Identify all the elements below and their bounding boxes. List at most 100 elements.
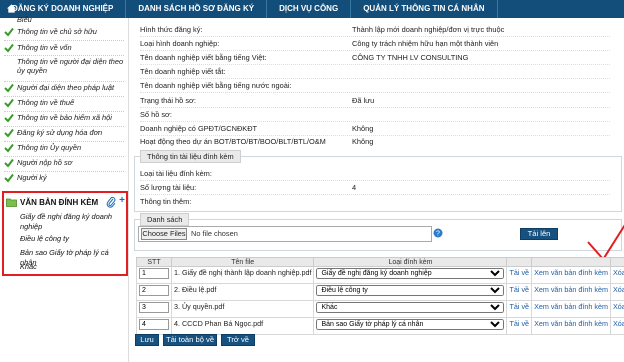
sidebar-item-signer[interactable]: Người ký: [4, 173, 126, 187]
download-all-button[interactable]: Tải toàn bộ về: [163, 334, 217, 346]
sidebar-item-social-insurance[interactable]: Thông tin về bảo hiểm xã hội: [4, 113, 126, 127]
view-attachment-link[interactable]: Xem văn bản đính kèm: [531, 317, 611, 335]
sidebar-item-tax[interactable]: Thông tin về thuế: [4, 98, 126, 112]
main-content: Hình thức đăng ký: Thành lập mới doanh n…: [132, 18, 624, 362]
sidebar-item-invoice[interactable]: Đăng ký sử dụng hóa đơn: [4, 128, 126, 142]
attachment-item-registration[interactable]: Giấy đề nghị đăng ký doanh nghiệp: [20, 212, 124, 232]
info-label: Doanh nghiệp có GPĐT/GCNĐKĐT: [140, 124, 258, 133]
add-attachment-icon[interactable]: +: [119, 195, 125, 207]
paperclip-icon[interactable]: [106, 196, 116, 208]
divider: [4, 81, 124, 82]
sidebar-item-submitter[interactable]: Người nộp hồ sơ: [4, 158, 126, 172]
order-input[interactable]: [139, 268, 169, 279]
back-button[interactable]: Trở về: [221, 334, 255, 346]
download-link[interactable]: Tải về: [506, 283, 533, 301]
info-label: Số lượng tài liệu:: [140, 183, 197, 192]
table-row: 3. Ủy quyền.pdf Khác Tải về Xem văn bản …: [136, 300, 624, 318]
divider: [140, 36, 610, 37]
sidebar-item-label: Thông tin Ủy quyền: [17, 143, 82, 152]
upload-legend: Danh sách: [140, 213, 190, 226]
attachment-item-other[interactable]: Khác: [20, 262, 124, 272]
check-icon: [4, 143, 14, 153]
view-attachment-link[interactable]: Xem văn bản đính kèm: [531, 300, 611, 318]
sidebar-item-label: Thông tin về chủ sở hữu: [17, 27, 97, 36]
nav-personal-info[interactable]: QUẢN LÝ THÔNG TIN CÁ NHÂN: [351, 0, 498, 18]
attachment-type-select[interactable]: Bản sao Giấy tờ pháp lý cá nhân: [316, 319, 505, 330]
delete-link[interactable]: Xóa: [609, 300, 624, 318]
check-icon: [4, 27, 14, 37]
info-row: Hoạt động theo dự án BOT/BTO/BT/BOO/BLT/…: [140, 137, 620, 149]
attachments-header[interactable]: VĂN BẢN ĐÍNH KÈM +: [6, 195, 125, 209]
sidebar-item-authorized-rep[interactable]: Thông tin về người đại diện theo ủy quyề…: [4, 57, 126, 81]
upload-button[interactable]: Tải lên: [520, 228, 558, 240]
info-value: Không: [352, 124, 374, 133]
table-row: 4. CCCD Phan Bá Ngọc.pdf Bản sao Giấy tờ…: [136, 317, 624, 335]
divider: [4, 171, 124, 172]
order-input[interactable]: [139, 285, 169, 296]
attachment-info-legend: Thông tin tài liệu đính kèm: [140, 150, 241, 163]
info-icon[interactable]: ?: [433, 228, 443, 238]
info-value: Thành lập mới doanh nghiệp/đơn vị trực t…: [352, 25, 505, 34]
view-attachment-link[interactable]: Xem văn bản đính kèm: [531, 283, 611, 301]
divider: [140, 107, 610, 108]
attachment-item-charter[interactable]: Điều lệ công ty: [20, 234, 124, 244]
sidebar-item-label: Thông tin về thuế: [17, 98, 75, 107]
divider: [4, 55, 124, 56]
divider: [4, 96, 124, 97]
delete-link[interactable]: Xóa: [609, 283, 624, 301]
choose-files-button[interactable]: Choose Files: [141, 228, 187, 240]
file-name: 3. Ủy quyền.pdf: [170, 300, 315, 318]
file-name: 2. Điều lệ.pdf: [170, 283, 315, 301]
attachment-type-select[interactable]: Khác: [316, 302, 505, 313]
sidebar-item-label: Biểu: [17, 15, 32, 23]
home-icon[interactable]: [6, 3, 17, 14]
sidebar-item-legal-rep[interactable]: Người đại diện theo pháp luật: [4, 83, 126, 97]
divider: [140, 50, 610, 51]
info-row: Thông tin thêm:: [140, 197, 620, 209]
column-header: [609, 257, 624, 267]
download-link[interactable]: Tải về: [506, 266, 533, 284]
divider: [4, 111, 124, 112]
check-icon: [4, 158, 14, 168]
attachment-type-select[interactable]: Điều lệ công ty: [316, 285, 505, 296]
info-label: Số hồ sơ:: [140, 110, 172, 119]
sidebar-item-label: Đăng ký sử dụng hóa đơn: [17, 128, 103, 137]
save-button[interactable]: Lưu: [135, 334, 159, 346]
file-name: 4. CCCD Phan Bá Ngọc.pdf: [170, 317, 315, 335]
sidebar-item-label: Người nộp hồ sơ: [17, 158, 73, 167]
divider: [140, 64, 610, 65]
info-value: Công ty trách nhiệm hữu hạn một thành vi…: [352, 39, 499, 48]
svg-text:?: ?: [436, 231, 440, 238]
info-label: Tên doanh nghiệp viết tắt:: [140, 67, 226, 76]
check-icon: [4, 83, 14, 93]
download-link[interactable]: Tải về: [506, 300, 533, 318]
check-icon: [4, 98, 14, 108]
divider: [140, 121, 610, 122]
sidebar-item-label: Thông tin về vốn: [17, 43, 72, 52]
attachment-type-select[interactable]: Giấy đề nghị đăng ký doanh nghiệp: [316, 268, 505, 279]
nav-registration-list[interactable]: DANH SÁCH HỒ SƠ ĐĂNG KÝ: [126, 0, 268, 18]
file-name: 1. Giấy đề nghị thành lập doanh nghiệp.p…: [170, 266, 315, 284]
nav-public-services[interactable]: DỊCH VỤ CÔNG: [267, 0, 352, 18]
order-input[interactable]: [139, 302, 169, 313]
divider: [140, 92, 610, 93]
download-link[interactable]: Tải về: [506, 317, 533, 335]
divider: [4, 141, 124, 142]
divider: [140, 180, 610, 181]
sidebar-item-partial[interactable]: Biểu: [4, 15, 126, 23]
info-label: Loại tài liệu đính kèm:: [140, 169, 212, 178]
delete-link[interactable]: Xóa: [609, 317, 624, 335]
delete-link[interactable]: Xóa: [609, 266, 624, 284]
check-icon: [4, 128, 14, 138]
attachments-panel: VĂN BẢN ĐÍNH KÈM + Giấy đề nghị đăng ký …: [2, 191, 128, 276]
sidebar-item-authorization[interactable]: Thông tin Ủy quyền: [4, 143, 126, 157]
sidebar-item-label: Người đại diện theo pháp luật: [17, 83, 115, 92]
folder-icon: [6, 198, 17, 207]
check-icon: [4, 113, 14, 123]
info-value: CÔNG TY TNHH LV CONSULTING: [352, 53, 469, 62]
column-header: Tên file: [170, 257, 315, 267]
view-attachment-link[interactable]: Xem văn bản đính kèm: [531, 266, 611, 284]
divider: [140, 78, 610, 79]
order-input[interactable]: [139, 319, 169, 330]
sidebar-item-owner[interactable]: Thông tin về chủ sở hữu: [4, 27, 126, 41]
